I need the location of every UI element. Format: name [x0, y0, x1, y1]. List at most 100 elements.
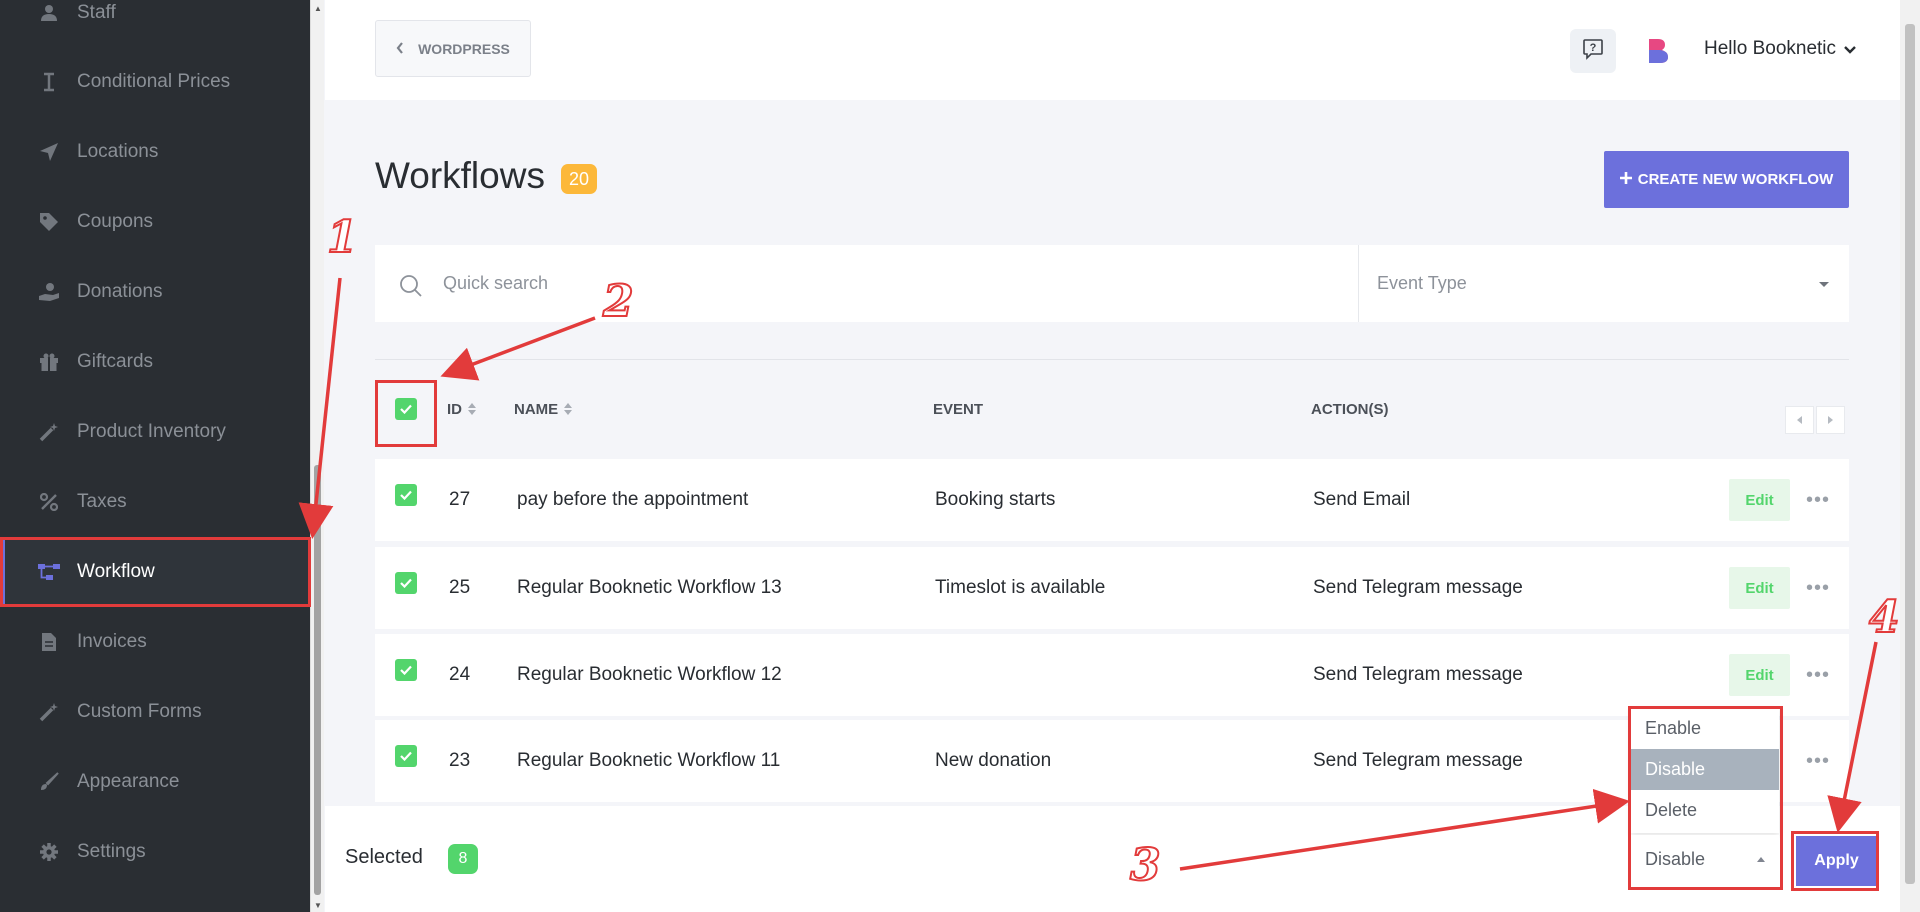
- sidebar-item-appearance[interactable]: Appearance: [0, 747, 310, 817]
- sidebar-item-label: Coupons: [77, 211, 154, 232]
- sidebar-item-giftcards[interactable]: Giftcards: [0, 327, 310, 397]
- brush-icon: [38, 771, 60, 793]
- selected-count-badge: 8: [448, 844, 478, 874]
- edit-button[interactable]: Edit: [1729, 479, 1790, 521]
- event-type-placeholder: Event Type: [1377, 273, 1467, 293]
- create-button-label: CREATE NEW WORKFLOW: [1637, 171, 1834, 188]
- caret-down-icon: [1819, 282, 1829, 287]
- column-header-id[interactable]: ID: [447, 381, 476, 437]
- back-to-wordpress-button[interactable]: WORDPRESS: [375, 20, 531, 77]
- selected-label: Selected: [345, 846, 423, 868]
- chevron-down-icon: [1844, 38, 1856, 60]
- sort-icon: [564, 403, 573, 415]
- row-checkbox[interactable]: [395, 745, 417, 767]
- row-event: New donation: [935, 750, 1052, 771]
- row-id: 25: [449, 577, 471, 598]
- location-arrow-icon: [38, 141, 60, 163]
- scroll-right-button[interactable]: [1816, 406, 1845, 434]
- annotation-highlight-dropdown: [1628, 706, 1783, 890]
- scroll-up-arrow-icon[interactable]: ▲: [314, 4, 322, 13]
- sidebar-item-invoices[interactable]: Invoices: [0, 607, 310, 677]
- annotation-highlight-apply: [1791, 831, 1879, 891]
- edit-button[interactable]: Edit: [1729, 567, 1790, 609]
- file-icon: [38, 631, 60, 653]
- row-name: Regular Booknetic Workflow 13: [517, 577, 782, 598]
- column-label-actions: ACTION(S): [1311, 400, 1389, 418]
- plus-icon: [1619, 171, 1632, 188]
- row-action: Send Telegram message: [1313, 664, 1523, 685]
- sidebar-item-settings[interactable]: Settings: [0, 817, 310, 887]
- table-row[interactable]: 27 pay before the appointment Booking st…: [375, 459, 1849, 541]
- quick-search-input[interactable]: [443, 263, 1343, 303]
- sidebar-item-label: Donations: [77, 281, 163, 302]
- annotation-highlight-workflow: [0, 537, 311, 607]
- row-action: Send Telegram message: [1313, 750, 1523, 771]
- checkmark-icon: [400, 578, 412, 588]
- sidebar-item-label: Product Inventory: [77, 421, 226, 442]
- annotation-number-2: 2: [602, 275, 635, 328]
- back-button-label: WORDPRESS: [418, 40, 510, 57]
- filter-bar: Event Type: [375, 245, 1849, 322]
- row-checkbox[interactable]: [395, 572, 417, 594]
- scroll-down-arrow-icon[interactable]: ▼: [314, 901, 322, 910]
- chevron-left-icon: [396, 41, 404, 57]
- column-label-name: NAME: [514, 400, 559, 418]
- sidebar-item-label: Settings: [77, 841, 146, 862]
- more-options-icon[interactable]: •••: [1801, 744, 1835, 778]
- create-new-workflow-button[interactable]: CREATE NEW WORKFLOW: [1604, 151, 1849, 208]
- sort-icon: [468, 403, 476, 415]
- annotation-highlight-select-all: [375, 380, 437, 447]
- sidebar-item-label: Staff: [77, 2, 116, 23]
- row-id: 27: [449, 489, 471, 510]
- more-options-icon[interactable]: •••: [1801, 483, 1835, 517]
- sidebar-item-staff[interactable]: Staff: [0, 0, 310, 48]
- top-header: WORDPRESS ? Hello Booknetic: [325, 0, 1900, 100]
- table-row[interactable]: 24 Regular Booknetic Workflow 12 Send Te…: [375, 634, 1849, 716]
- sidebar-item-coupons[interactable]: Coupons: [0, 187, 310, 257]
- row-action: Send Telegram message: [1313, 577, 1523, 598]
- scroll-left-button[interactable]: [1785, 406, 1814, 434]
- row-name: Regular Booknetic Workflow 11: [517, 750, 781, 771]
- sidebar-item-label: Locations: [77, 141, 159, 162]
- row-event: Booking starts: [935, 489, 1056, 510]
- row-id: 23: [449, 750, 471, 771]
- row-checkbox[interactable]: [395, 484, 417, 506]
- sidebar-item-conditional-prices[interactable]: Conditional Prices: [0, 47, 310, 117]
- sidebar-item-donations[interactable]: Donations: [0, 257, 310, 327]
- sidebar-item-custom-forms[interactable]: Custom Forms: [0, 677, 310, 747]
- sidebar-item-label: Appearance: [77, 771, 180, 792]
- gear-icon: [38, 841, 60, 863]
- workflow-count-badge: 20: [561, 164, 597, 194]
- window-scrollbar[interactable]: [1900, 0, 1920, 912]
- magic-wand-icon: [38, 701, 60, 723]
- section-divider: [375, 359, 1849, 360]
- more-options-icon[interactable]: •••: [1801, 571, 1835, 605]
- sidebar-item-taxes[interactable]: Taxes: [0, 467, 310, 537]
- booknetic-logo: [1647, 38, 1669, 69]
- text-cursor-icon: [38, 71, 60, 93]
- column-header-name[interactable]: NAME: [514, 381, 573, 437]
- row-checkbox[interactable]: [395, 659, 417, 681]
- edit-button[interactable]: Edit: [1729, 654, 1790, 696]
- column-header-actions: ACTION(S): [1311, 381, 1389, 437]
- help-button[interactable]: ?: [1570, 29, 1616, 73]
- caret-right-icon: [1828, 416, 1833, 424]
- table-row[interactable]: 25 Regular Booknetic Workflow 13 Timeslo…: [375, 547, 1849, 629]
- user-menu[interactable]: Hello Booknetic: [1704, 38, 1856, 60]
- row-event: Timeslot is available: [935, 577, 1106, 598]
- hand-holding-icon: [38, 281, 60, 303]
- question-message-icon: ?: [1582, 38, 1604, 65]
- sidebar-item-locations[interactable]: Locations: [0, 117, 310, 187]
- event-type-select[interactable]: Event Type: [1359, 245, 1849, 322]
- window-scroll-thumb[interactable]: [1905, 24, 1915, 884]
- sidebar-scrollbar[interactable]: ▲ ▼: [310, 0, 324, 912]
- magic-wand-icon: [38, 421, 60, 443]
- more-options-icon[interactable]: •••: [1801, 658, 1835, 692]
- checkmark-icon: [400, 751, 412, 761]
- search-icon: [399, 274, 423, 303]
- sidebar-item-label: Taxes: [77, 491, 127, 512]
- table-header: ID NAME EVENT ACTION(S): [375, 381, 1849, 437]
- sidebar-item-product-inventory[interactable]: Product Inventory: [0, 397, 310, 467]
- sidebar-scroll-thumb[interactable]: [314, 465, 321, 895]
- user-greeting: Hello Booknetic: [1704, 38, 1837, 59]
